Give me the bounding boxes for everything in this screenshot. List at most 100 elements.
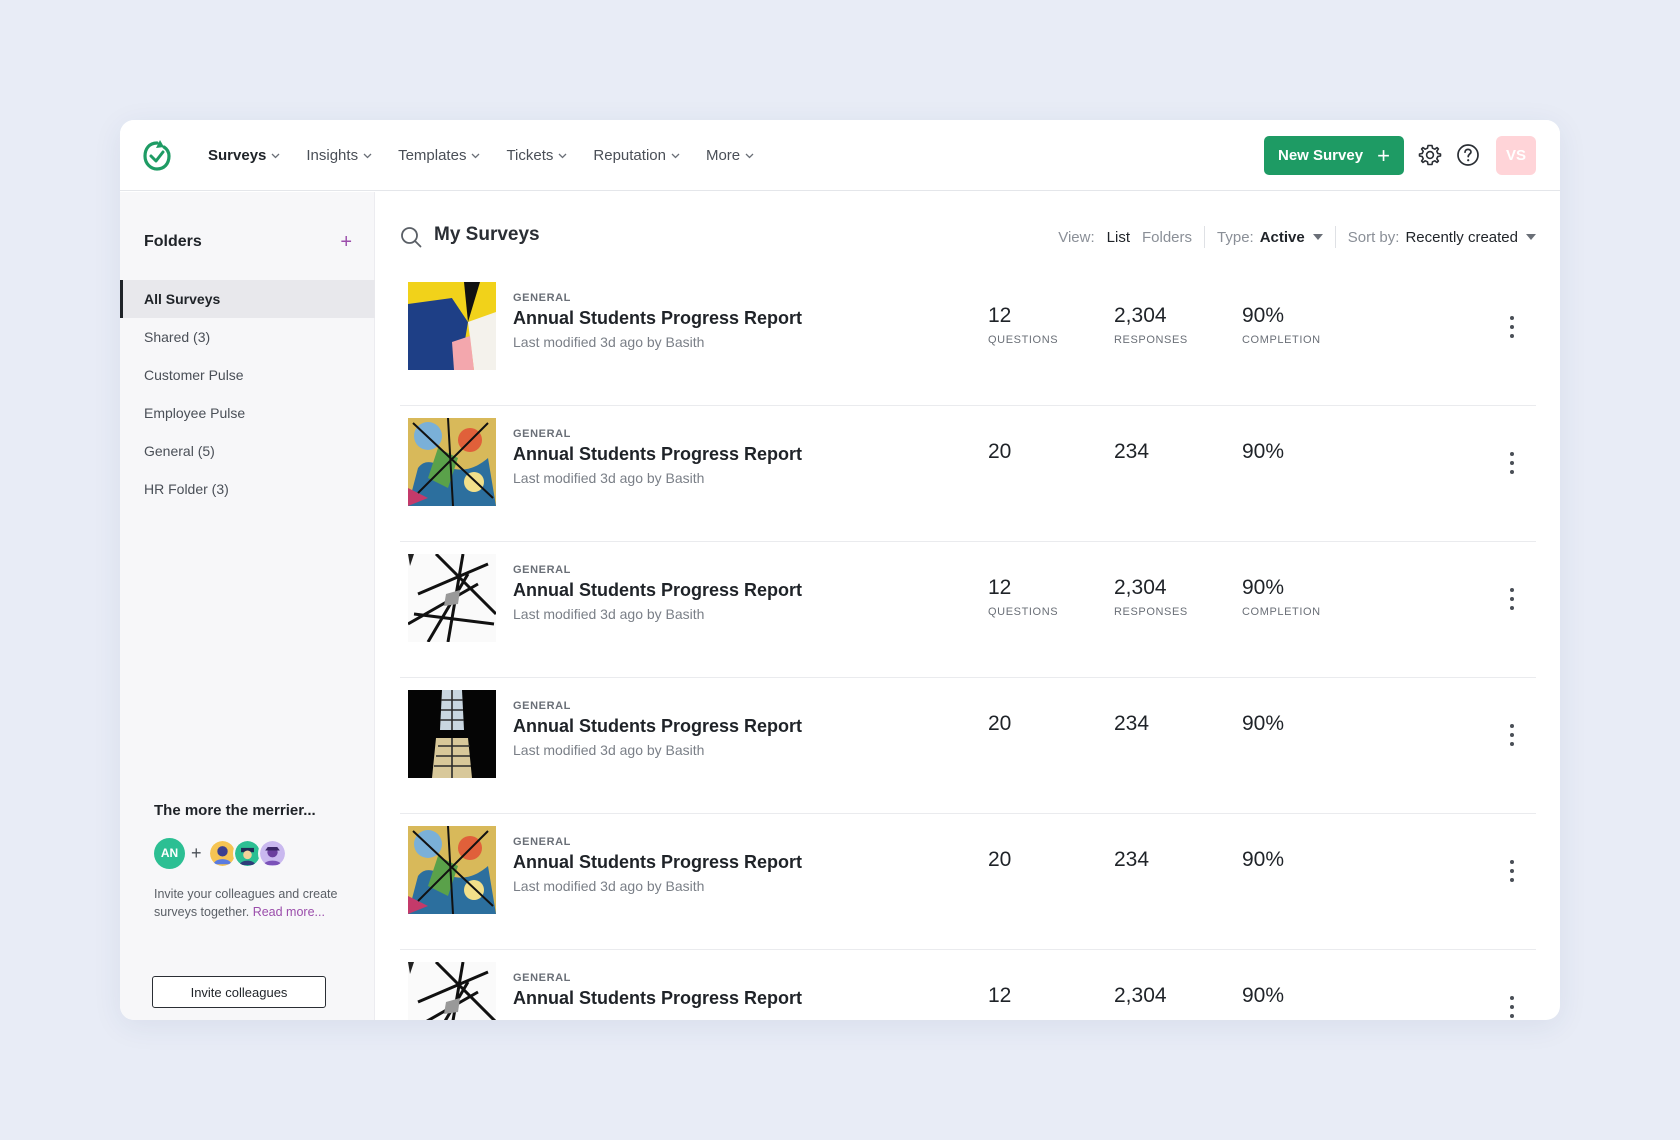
survey-meta: Last modified 3d ago by Basith <box>513 742 705 758</box>
survey-title[interactable]: Annual Students Progress Report <box>513 580 802 601</box>
responses-count: 234 <box>1114 848 1150 871</box>
survey-title[interactable]: Annual Students Progress Report <box>513 444 802 465</box>
folder-item-shared[interactable]: Shared (3) <box>120 318 375 356</box>
more-options-icon[interactable] <box>1508 588 1516 610</box>
type-dropdown[interactable]: Active <box>1260 229 1323 246</box>
chevron-down-icon <box>745 153 754 158</box>
survey-info: GENERAL Annual Students Progress Report … <box>513 564 802 622</box>
survey-category: GENERAL <box>513 700 571 712</box>
more-options-icon[interactable] <box>1508 996 1516 1018</box>
folders-header: Folders + <box>144 232 352 252</box>
folder-item-customer-pulse[interactable]: Customer Pulse <box>120 356 375 394</box>
stat-questions: 12 QUESTIONS <box>988 576 1058 618</box>
nav-label: Surveys <box>208 147 267 164</box>
avatar-illustration-3 <box>257 838 287 868</box>
more-options-icon[interactable] <box>1508 316 1516 338</box>
folders-sidebar: Folders + All Surveys Shared (3) Custome… <box>120 192 375 1020</box>
survey-row[interactable]: GENERAL Annual Students Progress Report … <box>400 678 1536 814</box>
folders-title: Folders <box>144 233 202 250</box>
survey-thumbnail-structure <box>408 554 496 642</box>
completion-rate: 90% <box>1242 712 1285 735</box>
survey-meta: Last modified 3d ago by Basith <box>513 606 705 622</box>
completion-label: COMPLETION <box>1242 334 1321 346</box>
nav-label: Tickets <box>506 147 554 164</box>
nav-item-templates[interactable]: Templates <box>398 147 480 164</box>
questions-count: 20 <box>988 712 1012 735</box>
view-option-folders[interactable]: Folders <box>1142 229 1192 246</box>
survey-meta: Last modified 3d ago by Basith <box>513 334 705 350</box>
caret-down-icon <box>1526 234 1536 240</box>
stat-responses: 2,304 RESPONSES <box>1114 576 1188 618</box>
stat-responses: 234 <box>1114 712 1149 742</box>
chevron-down-icon <box>671 153 680 158</box>
add-folder-icon[interactable]: + <box>340 232 352 252</box>
survey-title[interactable]: Annual Students Progress Report <box>513 716 802 737</box>
list-controls: View: List Folders Type: Active Sort by:… <box>1058 226 1536 248</box>
completion-rate: 90% <box>1242 440 1285 463</box>
help-icon[interactable] <box>1456 143 1480 167</box>
stat-completion: 90% <box>1242 984 1284 1014</box>
stat-completion: 90% <box>1242 712 1284 742</box>
folder-list: All Surveys Shared (3) Customer Pulse Em… <box>120 280 375 508</box>
stat-responses: 234 <box>1114 440 1149 470</box>
folder-item-employee-pulse[interactable]: Employee Pulse <box>120 394 375 432</box>
nav-item-surveys[interactable]: Surveys <box>208 147 280 164</box>
nav-label: Templates <box>398 147 467 164</box>
questions-label: QUESTIONS <box>988 334 1059 346</box>
survey-title[interactable]: Annual Students Progress Report <box>513 308 802 329</box>
survey-title[interactable]: Annual Students Progress Report <box>513 852 802 873</box>
survey-info: GENERAL Annual Students Progress Report <box>513 972 802 1014</box>
gear-icon[interactable] <box>1418 143 1442 167</box>
stat-completion: 90% <box>1242 848 1284 878</box>
view-label: View: <box>1058 228 1095 246</box>
nav-label: Insights <box>306 147 359 164</box>
view-option-list[interactable]: List <box>1107 229 1130 246</box>
nav-item-more[interactable]: More <box>706 147 754 164</box>
more-options-icon[interactable] <box>1508 724 1516 746</box>
more-options-icon[interactable] <box>1508 860 1516 882</box>
more-options-icon[interactable] <box>1508 452 1516 474</box>
plus-icon: + <box>1377 142 1390 168</box>
user-avatar[interactable]: VS <box>1496 136 1536 175</box>
questions-label: QUESTIONS <box>988 606 1059 618</box>
app-window: Surveys Insights Templates Tickets Reput… <box>120 120 1560 1020</box>
sort-dropdown[interactable]: Recently created <box>1405 229 1536 246</box>
colleague-avatars: AN + <box>154 837 354 869</box>
survey-row[interactable]: GENERAL Annual Students Progress Report … <box>400 406 1536 542</box>
page-title: My Surveys <box>434 224 540 245</box>
chevron-down-icon <box>363 153 372 158</box>
survey-thumbnail-abstract <box>408 282 496 370</box>
folder-item-all-surveys[interactable]: All Surveys <box>120 280 375 318</box>
chevron-down-icon <box>471 153 480 158</box>
survey-row[interactable]: GENERAL Annual Students Progress Report … <box>400 542 1536 678</box>
new-survey-button[interactable]: New Survey + <box>1264 136 1404 175</box>
responses-count: 234 <box>1114 712 1150 735</box>
read-more-link[interactable]: Read more... <box>253 905 325 919</box>
new-survey-label: New Survey <box>1278 147 1364 164</box>
invite-title: The more the merrier... <box>154 802 316 819</box>
responses-label: RESPONSES <box>1114 334 1188 346</box>
type-value: Active <box>1259 228 1305 246</box>
folder-item-hr-folder[interactable]: HR Folder (3) <box>120 470 375 508</box>
nav-item-tickets[interactable]: Tickets <box>506 147 567 164</box>
nav-item-reputation[interactable]: Reputation <box>593 147 680 164</box>
invite-colleagues-button[interactable]: Invite colleagues <box>152 976 326 1008</box>
questions-count: 20 <box>988 440 1012 463</box>
search-icon[interactable] <box>400 226 422 248</box>
survey-info: GENERAL Annual Students Progress Report … <box>513 292 802 350</box>
caret-down-icon <box>1312 234 1323 240</box>
completion-rate: 90% <box>1242 984 1285 1007</box>
survey-title[interactable]: Annual Students Progress Report <box>513 988 802 1009</box>
nav-item-insights[interactable]: Insights <box>306 147 372 164</box>
stat-questions: 20 <box>988 712 1011 742</box>
folder-item-general[interactable]: General (5) <box>120 432 375 470</box>
stat-questions: 20 <box>988 440 1011 470</box>
survey-category: GENERAL <box>513 564 571 576</box>
survey-row[interactable]: GENERAL Annual Students Progress Report … <box>400 950 1536 1020</box>
brand-logo-icon[interactable] <box>142 138 172 172</box>
survey-row[interactable]: GENERAL Annual Students Progress Report … <box>400 270 1536 406</box>
survey-row[interactable]: GENERAL Annual Students Progress Report … <box>400 814 1536 950</box>
divider <box>1334 226 1336 248</box>
survey-meta: Last modified 3d ago by Basith <box>513 878 705 894</box>
divider <box>1204 226 1206 248</box>
